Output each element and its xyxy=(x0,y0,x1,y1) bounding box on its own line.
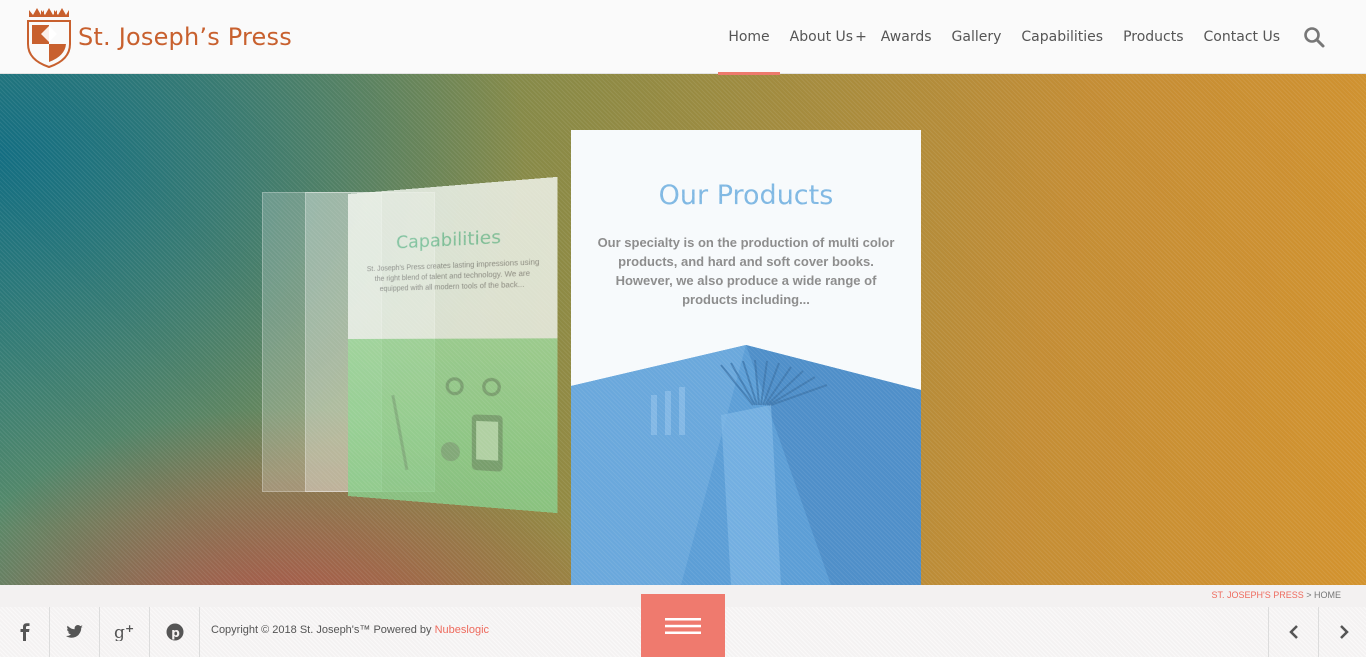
nav-gallery-label: Gallery xyxy=(951,29,1002,45)
breadcrumb: ST. JOSEPH'S PRESS > HOME xyxy=(1211,590,1341,600)
facebook-icon xyxy=(20,623,29,641)
brand-name: St. Joseph’s Press xyxy=(78,23,292,51)
site-footer: g + p Copyright © 2018 St. Joseph's™ Powe… xyxy=(0,594,1366,657)
logo[interactable]: St. Joseph’s Press xyxy=(26,6,292,68)
nav-awards[interactable]: Awards xyxy=(871,0,942,74)
hamburger-menu-icon xyxy=(665,617,701,634)
capabilities-text: St. Joseph's Press creates lasting impre… xyxy=(366,258,540,294)
hero-slider: Capabilities St. Joseph's Press creates … xyxy=(0,74,1366,585)
main-nav: Home About Us + Awards Gallery Capabiliti… xyxy=(718,0,1290,75)
capabilities-title: Capabilities xyxy=(396,226,502,254)
chevron-left-icon xyxy=(1288,625,1298,639)
social-links: g + p xyxy=(0,607,200,657)
nav-home-label: Home xyxy=(728,29,770,45)
nav-contact-label: Contact Us xyxy=(1203,29,1280,45)
site-header: St. Joseph’s Press Home About Us + Awards… xyxy=(0,0,1366,75)
facebook-link[interactable] xyxy=(0,607,50,657)
crest-logo-icon xyxy=(27,8,71,68)
copyright-text: Copyright © 2018 St. Joseph's™ Powered b… xyxy=(211,624,489,636)
products-text: Our specialty is on the production of mu… xyxy=(597,235,895,307)
capabilities-slide[interactable]: Capabilities St. Joseph's Press creates … xyxy=(348,176,558,514)
nav-products[interactable]: Products xyxy=(1113,0,1193,74)
expand-plus-icon[interactable]: + xyxy=(855,29,867,45)
svg-text:p: p xyxy=(171,626,180,640)
search-icon[interactable] xyxy=(1302,25,1326,49)
products-title: Our Products xyxy=(658,180,834,211)
svg-text:+: + xyxy=(125,623,134,635)
capabilities-devices-image xyxy=(387,354,525,486)
nav-about-us[interactable]: About Us + xyxy=(780,0,871,74)
pinterest-link[interactable]: p xyxy=(150,607,200,657)
next-slide-button[interactable] xyxy=(1318,607,1366,657)
nav-home[interactable]: Home xyxy=(718,0,781,75)
twitter-icon xyxy=(66,625,83,638)
breadcrumb-current: HOME xyxy=(1314,590,1341,600)
nav-gallery[interactable]: Gallery xyxy=(942,0,1012,74)
menu-button[interactable] xyxy=(641,594,725,657)
svg-text:g: g xyxy=(114,623,125,641)
book-spine-image xyxy=(571,345,921,585)
prev-slide-button[interactable] xyxy=(1268,607,1318,657)
breadcrumb-separator: > xyxy=(1303,590,1314,600)
products-slide-card[interactable]: Our Products Our specialty is on the pro… xyxy=(571,130,921,585)
twitter-link[interactable] xyxy=(50,607,100,657)
copyright-label: Copyright © 2018 St. Joseph's™ Powered b… xyxy=(211,624,435,636)
nav-awards-label: Awards xyxy=(880,29,932,45)
nav-capabilities-label: Capabilities xyxy=(1021,29,1104,45)
pinterest-icon: p xyxy=(166,623,183,641)
google-plus-link[interactable]: g + xyxy=(100,607,150,657)
nav-contact-us[interactable]: Contact Us xyxy=(1194,0,1290,74)
powered-by-link[interactable]: Nubeslogic xyxy=(435,624,489,636)
nav-products-label: Products xyxy=(1123,29,1184,45)
nav-about-label: About Us xyxy=(789,29,854,45)
chevron-right-icon xyxy=(1339,625,1349,639)
nav-capabilities[interactable]: Capabilities xyxy=(1011,0,1113,74)
breadcrumb-home-link[interactable]: ST. JOSEPH'S PRESS xyxy=(1211,590,1303,600)
google-plus-icon: g + xyxy=(114,623,134,641)
